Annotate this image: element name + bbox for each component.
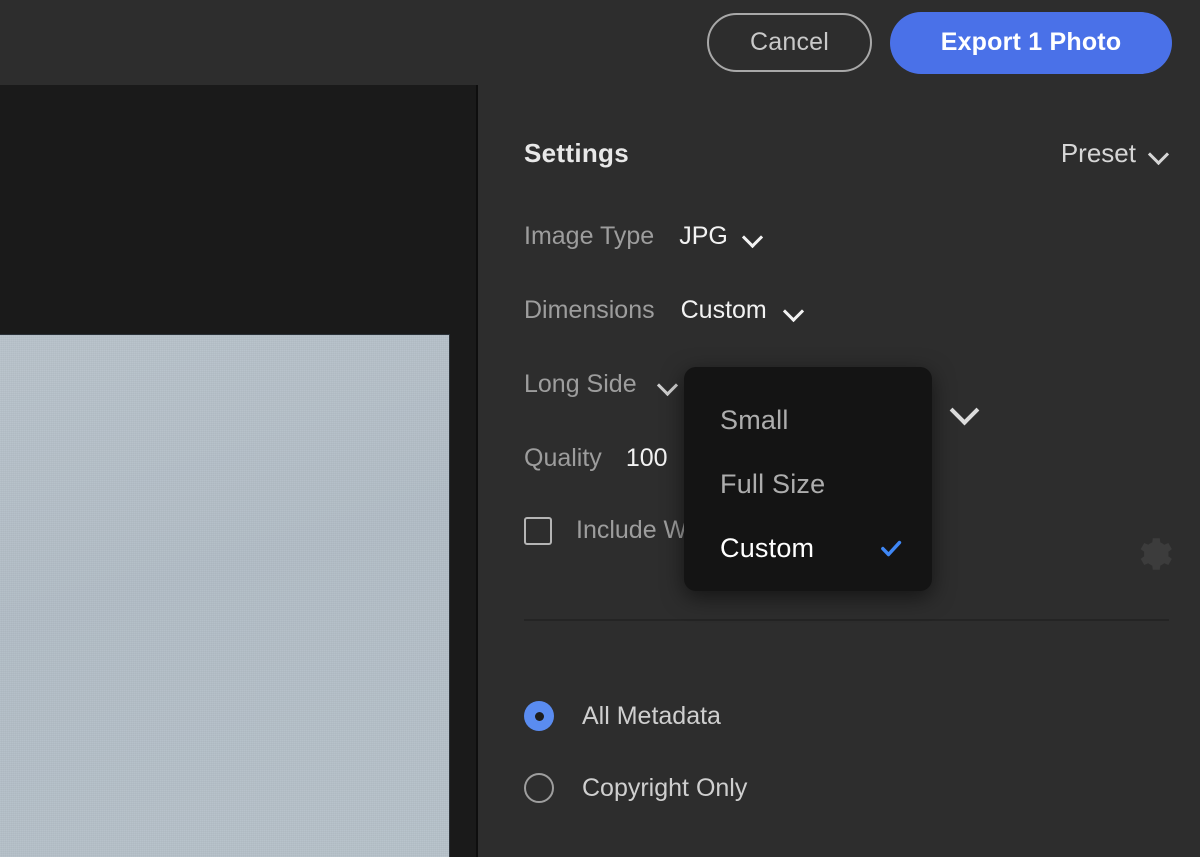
cancel-button-label: Cancel: [750, 28, 829, 57]
watermark-settings-button[interactable]: [1133, 533, 1175, 575]
menu-item-full-size[interactable]: Full Size: [684, 453, 932, 515]
photo-thumbnail[interactable]: [0, 334, 450, 857]
toolbar-actions: Cancel Export 1 Photo: [707, 0, 1172, 85]
page-title: Settings: [524, 138, 629, 169]
check-icon: [878, 535, 904, 561]
chevron-down-icon[interactable]: [659, 376, 677, 394]
radio-selected-icon[interactable]: [524, 701, 554, 731]
quality-value[interactable]: 100: [626, 444, 668, 473]
long-side-row: Long Side: [524, 370, 677, 399]
photo-preview-stage: [0, 85, 478, 857]
long-side-stepper-dropdown[interactable]: [952, 397, 978, 428]
metadata-option-copyright-label: Copyright Only: [582, 774, 747, 803]
dimensions-dropdown[interactable]: Custom: [681, 296, 803, 325]
checkbox-unchecked-icon[interactable]: [524, 517, 552, 545]
menu-item-label: Custom: [720, 533, 814, 564]
gear-icon: [1133, 533, 1175, 575]
settings-panel-header: Settings Preset: [524, 138, 1168, 174]
metadata-option-all-label: All Metadata: [582, 702, 721, 731]
dimensions-value: Custom: [681, 296, 767, 325]
chevron-down-icon: [952, 397, 978, 423]
preset-label: Preset: [1061, 138, 1136, 169]
dialog-toolbar: Cancel Export 1 Photo: [0, 0, 1200, 85]
export-button-label: Export 1 Photo: [941, 28, 1122, 57]
menu-item-custom[interactable]: Custom: [684, 517, 932, 579]
quality-label: Quality: [524, 444, 602, 473]
metadata-option-copyright[interactable]: Copyright Only: [524, 773, 747, 803]
image-type-dropdown[interactable]: JPG: [679, 222, 762, 251]
preset-dropdown[interactable]: Preset: [1061, 138, 1168, 169]
image-type-label: Image Type: [524, 222, 654, 251]
menu-item-small[interactable]: Small: [684, 389, 932, 451]
export-button[interactable]: Export 1 Photo: [890, 12, 1172, 74]
dimensions-label: Dimensions: [524, 296, 655, 325]
export-dialog: Cancel Export 1 Photo Settings Preset Im…: [0, 0, 1200, 857]
menu-item-label: Small: [720, 405, 789, 436]
chevron-down-icon: [785, 302, 803, 320]
menu-item-label: Full Size: [720, 469, 825, 500]
long-side-label: Long Side: [524, 370, 637, 399]
dimensions-row: Dimensions Custom: [524, 296, 803, 325]
cancel-button[interactable]: Cancel: [707, 13, 872, 72]
chevron-down-icon: [744, 228, 762, 246]
radio-unselected-icon[interactable]: [524, 773, 554, 803]
dimensions-dropdown-menu: Small Full Size Custom: [684, 367, 932, 591]
section-divider: [524, 619, 1169, 621]
metadata-option-all[interactable]: All Metadata: [524, 701, 721, 731]
quality-row: Quality 100: [524, 444, 668, 473]
chevron-down-icon: [1150, 145, 1168, 163]
image-type-value: JPG: [679, 222, 728, 251]
image-type-row: Image Type JPG: [524, 222, 762, 251]
